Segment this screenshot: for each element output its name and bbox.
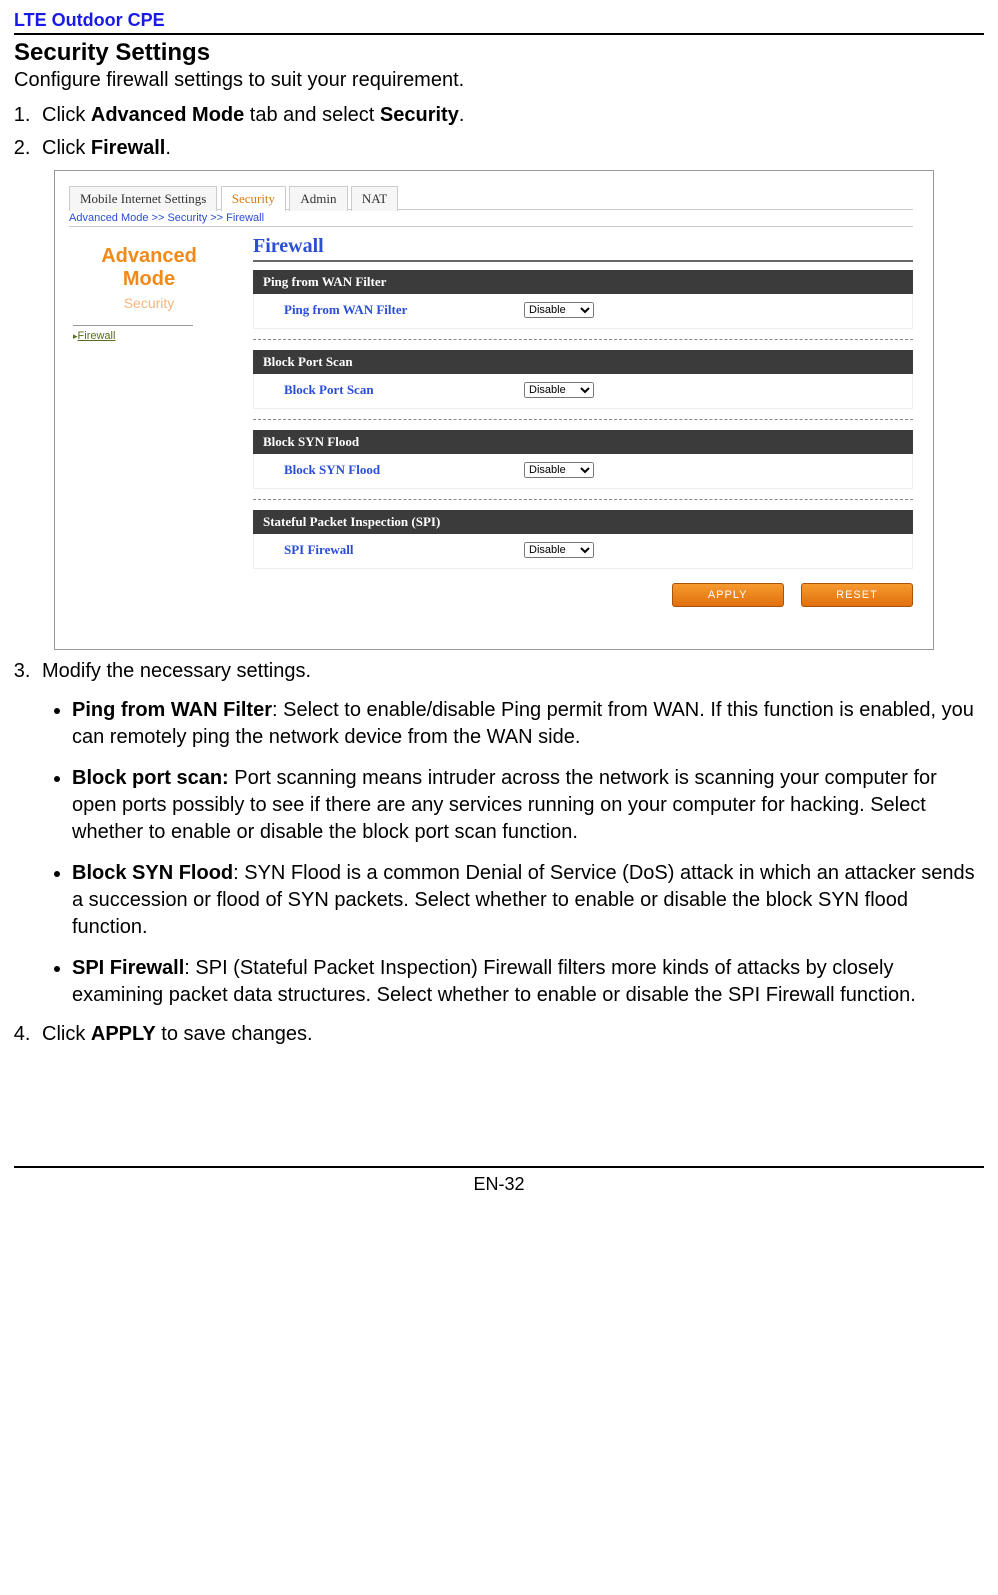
- breadcrumb: Advanced Mode >> Security >> Firewall: [69, 209, 913, 227]
- spi-select[interactable]: Disable: [524, 542, 594, 558]
- group-label-syn: Block SYN Flood: [284, 462, 524, 478]
- group-label-spi: SPI Firewall: [284, 542, 524, 558]
- step-3: Modify the necessary settings. Ping from…: [36, 660, 984, 1009]
- bullet-spi: SPI Firewall: SPI (Stateful Packet Inspe…: [72, 955, 984, 1009]
- button-row: APPLY RESET: [253, 583, 913, 607]
- panel-title: Firewall: [253, 235, 913, 262]
- bullet-blockport-b: Block port scan:: [72, 767, 229, 789]
- main-panel: Firewall Ping from WAN Filter Ping from …: [243, 235, 933, 607]
- tab-mobile-internet-settings[interactable]: Mobile Internet Settings: [69, 186, 217, 211]
- step-4-b: APPLY: [91, 1023, 156, 1045]
- step-2-post: .: [165, 137, 171, 159]
- section-subtitle: Configure firewall settings to suit your…: [14, 69, 984, 92]
- separator: [253, 499, 913, 500]
- group-body-blockport: Block Port Scan Disable: [253, 374, 913, 409]
- block-port-select[interactable]: Disable: [524, 382, 594, 398]
- step-2-pre: Click: [42, 137, 91, 159]
- step-3-text: Modify the necessary settings.: [42, 660, 311, 682]
- bullet-blockport: Block port scan: Port scanning means int…: [72, 765, 984, 846]
- group-label-ping: Ping from WAN Filter: [284, 302, 524, 318]
- step-1-pre: Click: [42, 104, 91, 126]
- bullet-spi-t: SPI (Stateful Packet Inspection) Firewal…: [72, 957, 916, 1006]
- step-1-mid: tab and select: [244, 104, 380, 126]
- bullet-spi-sep: :: [184, 957, 195, 979]
- group-header-blockport: Block Port Scan: [253, 350, 913, 374]
- bullet-ping-b: Ping from WAN Filter: [72, 699, 272, 721]
- tab-nat[interactable]: NAT: [351, 186, 398, 211]
- bullet-spi-b: SPI Firewall: [72, 957, 184, 979]
- step-4: Click APPLY to save changes.: [36, 1023, 984, 1046]
- group-header-syn: Block SYN Flood: [253, 430, 913, 454]
- group-body-syn: Block SYN Flood Disable: [253, 454, 913, 489]
- step-2-b: Firewall: [91, 137, 165, 159]
- step-4-post: to save changes.: [156, 1023, 313, 1045]
- steps-list: Click Advanced Mode tab and select Secur…: [14, 104, 984, 160]
- group-header-ping: Ping from WAN Filter: [253, 270, 913, 294]
- step-4-pre: Click: [42, 1023, 91, 1045]
- sidebar-item-firewall[interactable]: Firewall: [73, 325, 193, 342]
- tab-bar: Mobile Internet Settings Security Admin …: [69, 185, 933, 207]
- tab-admin[interactable]: Admin: [289, 186, 347, 211]
- bullet-syn-sep: :: [233, 862, 244, 884]
- bullet-syn-b: Block SYN Flood: [72, 862, 233, 884]
- sidebar: Advanced Mode Security Firewall: [55, 235, 243, 607]
- block-syn-select[interactable]: Disable: [524, 462, 594, 478]
- sidebar-advanced-label: Advanced: [59, 245, 239, 268]
- group-body-ping: Ping from WAN Filter Disable: [253, 294, 913, 329]
- group-body-spi: SPI Firewall Disable: [253, 534, 913, 569]
- separator: [253, 419, 913, 420]
- step-1-b1: Advanced Mode: [91, 104, 244, 126]
- page-footer: EN-32: [14, 1166, 984, 1195]
- bullet-ping-sep: :: [272, 699, 283, 721]
- bullet-ping: Ping from WAN Filter: Select to enable/d…: [72, 697, 984, 751]
- sidebar-security-label: Security: [59, 295, 239, 311]
- embedded-screenshot: Mobile Internet Settings Security Admin …: [54, 170, 934, 650]
- step-1-post: .: [459, 104, 465, 126]
- steps-list-cont: Modify the necessary settings. Ping from…: [14, 660, 984, 1046]
- reset-button[interactable]: RESET: [801, 583, 913, 607]
- bullet-syn: Block SYN Flood: SYN Flood is a common D…: [72, 860, 984, 941]
- tab-security[interactable]: Security: [221, 186, 286, 211]
- apply-button[interactable]: APPLY: [672, 583, 784, 607]
- step-2: Click Firewall.: [36, 137, 984, 160]
- step-1-b2: Security: [380, 104, 459, 126]
- bullet-list: Ping from WAN Filter: Select to enable/d…: [42, 697, 984, 1009]
- body-row: Advanced Mode Security Firewall Firewall…: [55, 235, 933, 607]
- group-label-blockport: Block Port Scan: [284, 382, 524, 398]
- step-1: Click Advanced Mode tab and select Secur…: [36, 104, 984, 127]
- section-title: Security Settings: [14, 39, 984, 67]
- sidebar-mode-label: Mode: [59, 268, 239, 291]
- group-header-spi: Stateful Packet Inspection (SPI): [253, 510, 913, 534]
- doc-header: LTE Outdoor CPE: [14, 10, 984, 35]
- separator: [253, 339, 913, 340]
- ping-wan-select[interactable]: Disable: [524, 302, 594, 318]
